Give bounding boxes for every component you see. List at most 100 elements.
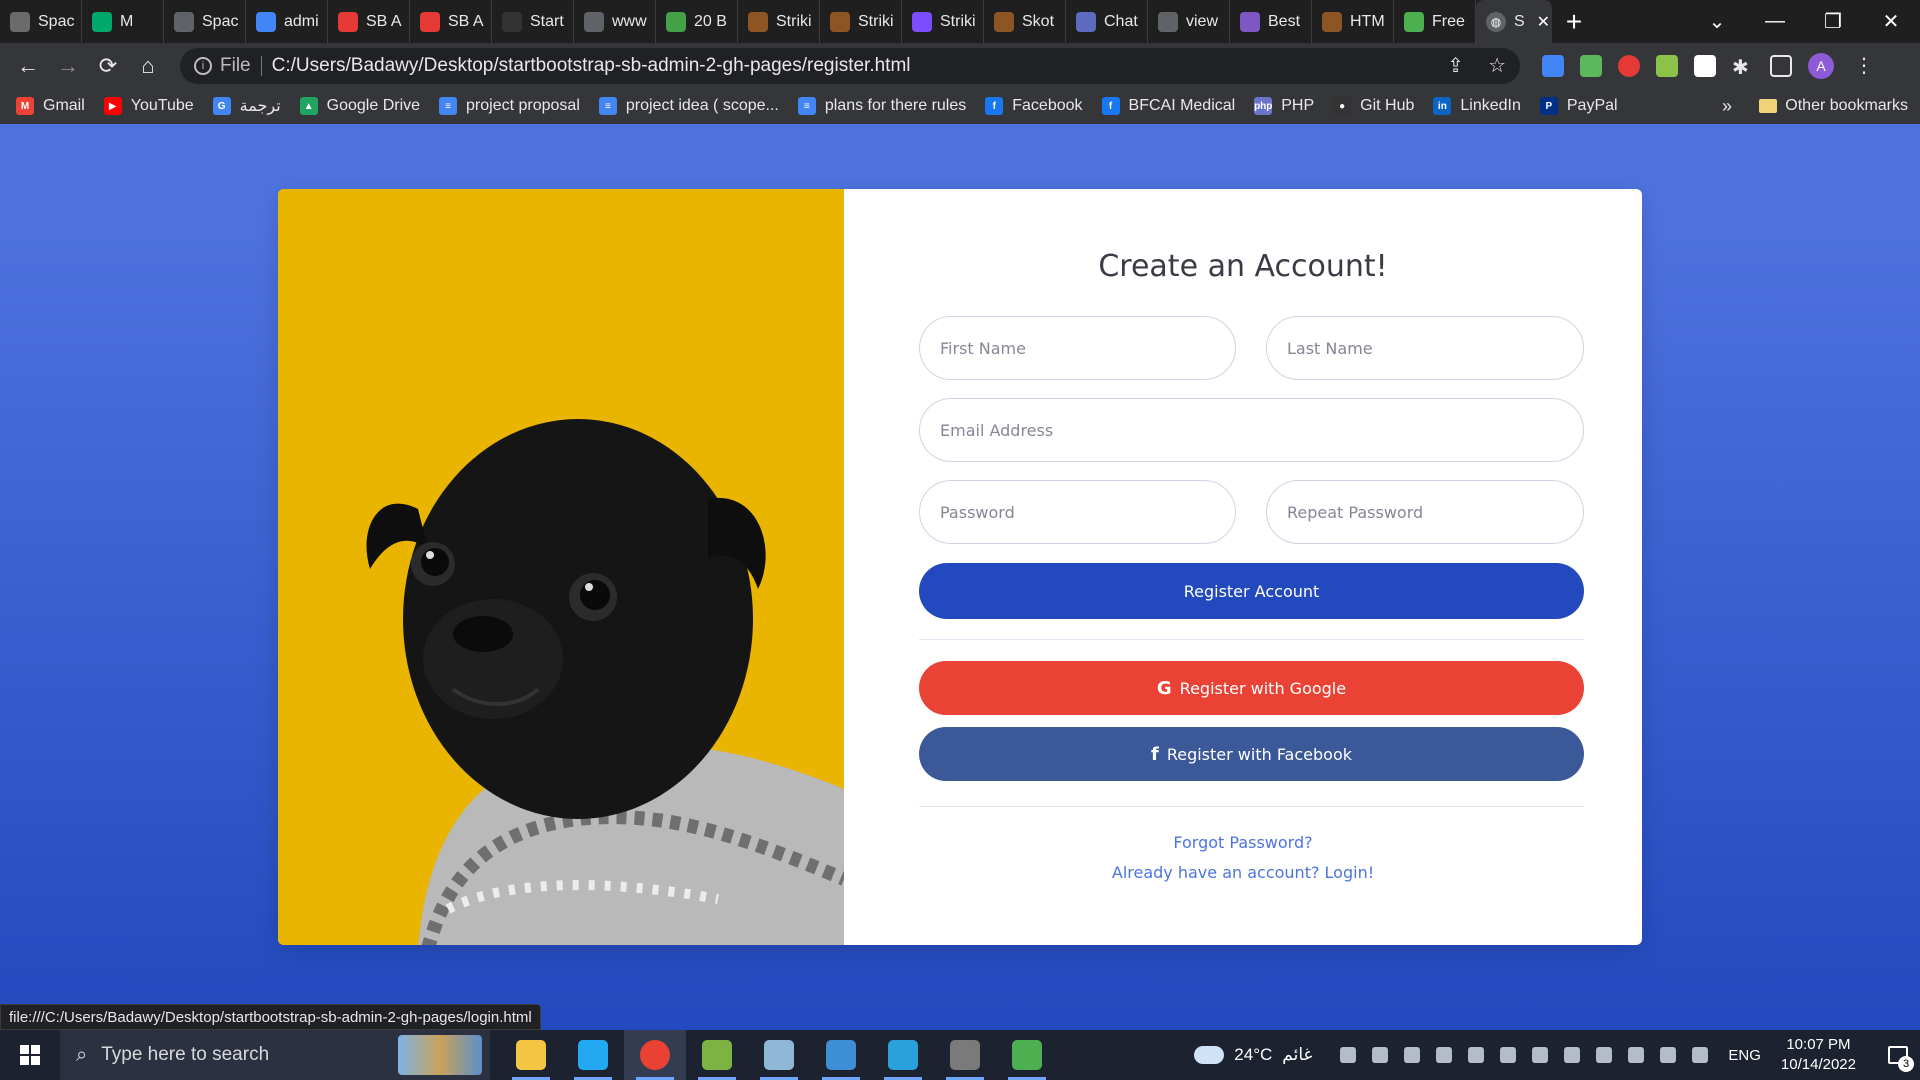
bookmark-star-icon[interactable]: ☆ xyxy=(1488,53,1506,78)
bookmark-paypal[interactable]: P PayPal xyxy=(1539,97,1618,115)
tab-10[interactable]: Striki xyxy=(820,0,902,43)
weather-widget[interactable]: 24°C غائم xyxy=(1194,1045,1312,1065)
security-icon[interactable] xyxy=(1532,1047,1549,1063)
start-button[interactable] xyxy=(0,1030,60,1080)
password-input[interactable] xyxy=(919,480,1236,544)
tab-label: Skot xyxy=(1022,12,1055,30)
tab-2[interactable]: Spac xyxy=(164,0,246,43)
extension-icon[interactable] xyxy=(1618,54,1640,77)
forward-arrow-icon[interactable]: → xyxy=(48,46,88,86)
taskbar-app-vscode[interactable] xyxy=(562,1030,624,1080)
first-name-input[interactable] xyxy=(919,316,1236,380)
bookmark-youtube[interactable]: ▶ YouTube xyxy=(103,97,194,115)
bookmark-docs[interactable]: ≡ project idea ( scope... xyxy=(598,97,779,115)
vscode-icon xyxy=(578,1040,608,1070)
taskbar-app-telegram[interactable] xyxy=(872,1030,934,1080)
tab-8[interactable]: 20 B xyxy=(656,0,738,43)
bookmark-php[interactable]: php PHP xyxy=(1254,97,1314,115)
idm-extension-icon[interactable] xyxy=(1656,54,1678,77)
network-icon[interactable] xyxy=(1628,1047,1645,1063)
tab-9[interactable]: Striki xyxy=(738,0,820,43)
bookmark-facebook[interactable]: f BFCAI Medical xyxy=(1101,97,1235,115)
tab-4[interactable]: SB A xyxy=(328,0,410,43)
menu-kebab-icon[interactable]: ⋮ xyxy=(1854,53,1874,78)
register-image xyxy=(278,189,844,945)
bookmark-gmail[interactable]: M Gmail xyxy=(16,97,85,115)
register-facebook-button[interactable]: f Register with Facebook xyxy=(919,727,1584,781)
tab-1[interactable]: M xyxy=(82,0,164,43)
wifi-icon[interactable] xyxy=(1596,1047,1613,1063)
address-bar[interactable]: i File C:/Users/Badawy/Desktop/startboot… xyxy=(180,47,1520,84)
repeat-password-input[interactable] xyxy=(1266,480,1584,544)
taskbar-search[interactable]: ⌕ Type here to search xyxy=(60,1030,490,1080)
side-panel-icon[interactable] xyxy=(1770,54,1792,77)
volume-icon[interactable] xyxy=(1500,1047,1517,1063)
email-input[interactable] xyxy=(919,398,1584,462)
tab-search-icon[interactable]: ⌄ xyxy=(1688,9,1746,34)
nvidia-icon[interactable] xyxy=(1340,1047,1357,1063)
taskbar-app-photos-app[interactable] xyxy=(810,1030,872,1080)
tab-7[interactable]: www xyxy=(574,0,656,43)
register-account-button[interactable]: Register Account xyxy=(919,563,1584,619)
info-icon[interactable]: i xyxy=(194,56,212,75)
bookmark-drive[interactable]: ▲ Google Drive xyxy=(299,97,420,115)
share-icon[interactable]: ⇪ xyxy=(1447,53,1464,78)
puzzle-icon[interactable]: ✱ xyxy=(1732,55,1754,79)
tab-16[interactable]: HTM xyxy=(1312,0,1394,43)
keyboard-icon[interactable] xyxy=(1692,1047,1709,1063)
tab-11[interactable]: Striki xyxy=(902,0,984,43)
tab-5[interactable]: SB A xyxy=(410,0,492,43)
new-tab-button[interactable]: + xyxy=(1552,0,1596,43)
url-text[interactable]: C:/Users/Badawy/Desktop/startbootstrap-s… xyxy=(272,55,911,77)
taskbar-app-idm[interactable] xyxy=(996,1030,1058,1080)
language-indicator[interactable]: ENG xyxy=(1728,1047,1761,1064)
last-name-input[interactable] xyxy=(1266,316,1584,380)
bluetooth-icon[interactable] xyxy=(1468,1047,1485,1063)
idm-tray-icon[interactable] xyxy=(1372,1047,1389,1063)
reload-icon[interactable]: ⟳ xyxy=(88,46,128,86)
battery-icon[interactable] xyxy=(1564,1047,1581,1063)
extension-icon[interactable] xyxy=(1694,54,1716,77)
taskbar-app-chrome[interactable] xyxy=(624,1030,686,1080)
taskbar-app-file-explorer[interactable] xyxy=(500,1030,562,1080)
tab-0[interactable]: Spac xyxy=(0,0,82,43)
login-link[interactable]: Already have an account? Login! xyxy=(844,863,1642,882)
striking-icon xyxy=(748,11,768,32)
tray-app-icon[interactable] xyxy=(1404,1047,1421,1063)
bookmark-docs[interactable]: ≡ plans for there rules xyxy=(797,97,966,115)
drive-icon: ▲ xyxy=(299,97,318,115)
bookmark-facebook[interactable]: f Facebook xyxy=(985,97,1083,115)
tab-17[interactable]: Free xyxy=(1394,0,1476,43)
taskbar-app-lambda-app[interactable] xyxy=(686,1030,748,1080)
bookmark-github[interactable]: ● Git Hub xyxy=(1333,97,1414,115)
pen-icon[interactable] xyxy=(1660,1047,1677,1063)
tab-14[interactable]: view xyxy=(1148,0,1230,43)
close-tab-icon[interactable]: ✕ xyxy=(1537,12,1550,32)
bookmark-docs[interactable]: ≡ project proposal xyxy=(439,97,580,115)
taskbar-app-notes-app[interactable] xyxy=(748,1030,810,1080)
register-google-button[interactable]: G Register with Google xyxy=(919,661,1584,715)
microphone-icon[interactable] xyxy=(1436,1047,1453,1063)
bookmark-linkedin[interactable]: in LinkedIn xyxy=(1433,97,1521,115)
close-window-button[interactable]: ✕ xyxy=(1862,9,1920,34)
minimize-button[interactable]: — xyxy=(1746,10,1804,33)
other-bookmarks[interactable]: Other bookmarks xyxy=(1759,97,1908,115)
bookmark-translate[interactable]: G ترجمة xyxy=(212,96,281,116)
translate-extension-icon[interactable] xyxy=(1542,54,1564,77)
back-arrow-icon[interactable]: ← xyxy=(8,46,48,86)
tab-active[interactable]: ◍ S ✕ xyxy=(1476,0,1552,43)
clock[interactable]: 10:07 PM 10/14/2022 xyxy=(1781,1035,1856,1075)
restore-button[interactable]: ❐ xyxy=(1804,9,1862,34)
extension-icon[interactable] xyxy=(1580,54,1602,77)
tab-12[interactable]: Skot xyxy=(984,0,1066,43)
tab-3[interactable]: admi xyxy=(246,0,328,43)
tab-13[interactable]: Chat xyxy=(1066,0,1148,43)
home-icon[interactable]: ⌂ xyxy=(128,46,168,86)
forgot-password-link[interactable]: Forgot Password? xyxy=(844,833,1642,852)
tab-6[interactable]: Start xyxy=(492,0,574,43)
taskbar-app-cpu-app[interactable] xyxy=(934,1030,996,1080)
tab-15[interactable]: Best xyxy=(1230,0,1312,43)
bookmarks-overflow-icon[interactable]: » xyxy=(1722,96,1732,117)
notifications-button[interactable]: 3 xyxy=(1876,1030,1920,1080)
profile-avatar[interactable]: A xyxy=(1808,52,1834,79)
